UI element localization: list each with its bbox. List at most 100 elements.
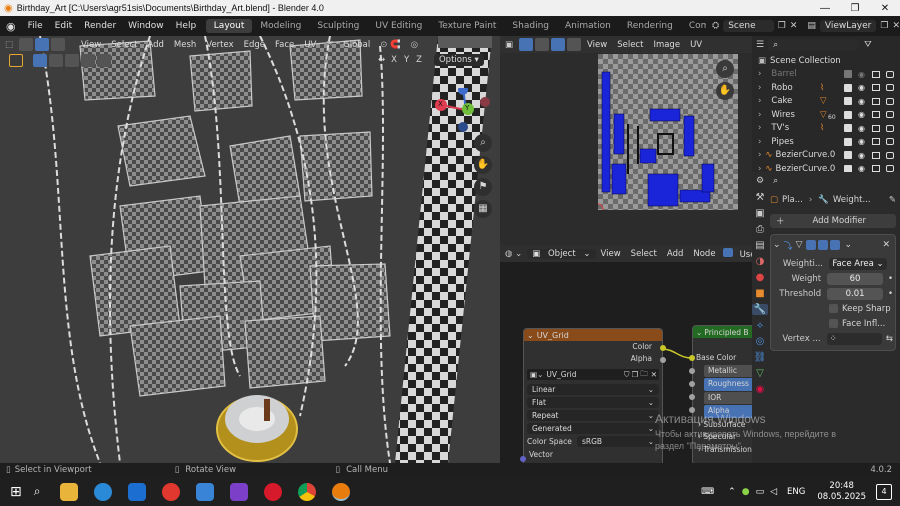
object-tab-icon[interactable]: ■ [755, 288, 764, 299]
checkbox-icon[interactable] [844, 97, 852, 106]
yandex-browser-icon[interactable] [162, 482, 181, 501]
menu-file[interactable]: File [22, 21, 49, 31]
snap-icon[interactable]: ⊙ 🧲 [375, 40, 405, 50]
checkbox-icon[interactable] [844, 110, 852, 119]
remove-scene-icon[interactable]: ✕ [790, 21, 798, 31]
file-explorer-icon[interactable] [60, 482, 79, 501]
interpolation-dropdown[interactable]: Linear ⌄ [527, 384, 659, 395]
outliner-type-icon[interactable]: ☰ [752, 40, 768, 50]
collapse-node-icon[interactable]: ⌄ [527, 331, 534, 340]
checkbox-icon[interactable] [844, 137, 852, 146]
edit-mode-icon[interactable]: ⬚ [0, 40, 18, 50]
select-mode-4-icon[interactable] [81, 54, 95, 67]
menu-mesh[interactable]: Mesh [169, 40, 201, 50]
new-scene-icon[interactable]: ❐ [778, 21, 786, 31]
notifications-icon[interactable]: 4 [876, 483, 892, 500]
modifier-tab-icon[interactable]: 🔧 [751, 304, 769, 315]
render-tab-icon[interactable]: ▣ [755, 208, 764, 219]
outliner-item[interactable]: › Robo ⌇ ◉ [752, 81, 900, 95]
opera-browser-icon[interactable] [264, 482, 283, 501]
keep-sharp-row[interactable]: Keep Sharp [773, 301, 893, 316]
image-browse-icon[interactable]: ▣⌄ [527, 370, 546, 379]
image-texture-node[interactable]: ⌄ UV_Grid Color Alpha ▣⌄ UV_Grid ⛉ ❐ 🗀 ✕… [523, 328, 663, 463]
eye-icon[interactable]: ◉ [858, 151, 865, 160]
image-node-header[interactable]: ⌄ UV_Grid [524, 329, 662, 341]
select-mode-2-icon[interactable] [49, 54, 63, 67]
roughness-field[interactable]: Roughness [704, 378, 752, 391]
close-button[interactable]: ✕ [870, 3, 900, 14]
axis-y[interactable]: Y [404, 55, 409, 65]
base-color-socket[interactable] [689, 355, 695, 361]
uv-sync-icon[interactable] [519, 38, 534, 51]
menu-vertex[interactable]: Vertex [201, 40, 238, 50]
game-app-icon[interactable] [230, 482, 249, 501]
constraints-tab-icon[interactable]: ⛓ [754, 352, 767, 363]
new-view-layer-icon[interactable]: ❐ [880, 21, 888, 31]
eye-icon[interactable]: ◉ [858, 83, 865, 92]
pan-hand-icon[interactable]: ✋ [474, 156, 492, 174]
pin-icon[interactable]: ✎ [889, 195, 896, 205]
threshold-field[interactable]: 0.01 [827, 287, 883, 300]
menu-uv[interactable]: UV [299, 40, 321, 50]
modifier-dropdown-icon[interactable]: ⌄ [844, 240, 852, 250]
tab-modeling[interactable]: Modeling [252, 19, 309, 33]
onscreen-keyboard-icon[interactable]: ⌨ [701, 487, 714, 497]
uv-select-mode-2-icon[interactable] [551, 38, 566, 51]
ior-socket[interactable] [689, 394, 695, 400]
particles-tab-icon[interactable]: ⟡ [757, 320, 764, 331]
tray-app-icon[interactable]: ● [742, 487, 750, 497]
edge-browser-icon[interactable] [94, 482, 113, 501]
camera-icon[interactable] [872, 124, 880, 132]
uv-select-mode-3-icon[interactable] [567, 38, 582, 51]
tab-rendering[interactable]: Rendering [619, 19, 681, 33]
3d-viewport[interactable]: ⬚ View Select Add Mesh Vertex Edge Face … [0, 36, 500, 463]
maximize-button[interactable]: ❐ [840, 3, 870, 14]
physics-tab-icon[interactable]: ◎ [756, 336, 765, 347]
menu-edit[interactable]: Edit [49, 21, 78, 31]
invert-arrows-icon[interactable]: ⇆ [886, 334, 893, 344]
clock[interactable]: 20:48 08.05.2025 [817, 481, 866, 503]
menu-render[interactable]: Render [78, 21, 122, 31]
scene-tab-icon[interactable]: ◑ [756, 256, 765, 267]
alpha-output-socket[interactable] [660, 357, 666, 363]
render-icon[interactable] [886, 138, 894, 146]
keyframe-dot-icon[interactable]: • [888, 274, 893, 284]
windows-start-icon[interactable]: ⊞ [10, 484, 22, 500]
scene-field[interactable]: Scene [723, 20, 774, 32]
remove-modifier-icon[interactable]: ✕ [882, 240, 890, 250]
roughness-socket[interactable] [689, 381, 695, 387]
eye-icon[interactable]: ◉ [858, 124, 865, 133]
camera-icon[interactable] [872, 138, 880, 146]
camera-icon[interactable] [872, 151, 880, 159]
viewport-toggle-icon[interactable] [818, 240, 829, 250]
select-mode-3-icon[interactable] [65, 54, 79, 67]
outliner-item[interactable]: › Barrel ◉ [752, 68, 900, 82]
checkbox-icon[interactable] [844, 124, 852, 133]
camera-icon[interactable] [872, 97, 880, 105]
menu-window[interactable]: Window [122, 21, 170, 31]
uv-editor-type-icon[interactable]: ▣ [500, 40, 518, 50]
tab-texture-paint[interactable]: Texture Paint [430, 19, 504, 33]
eye-icon[interactable]: ◉ [858, 97, 865, 106]
uv-menu-select[interactable]: Select [612, 40, 648, 50]
fake-user-icon[interactable]: ⛉ [623, 370, 631, 380]
open-image-icon[interactable]: 🗀 [639, 368, 649, 381]
filter-icon[interactable]: ⛛ [864, 40, 872, 50]
render-icon[interactable] [886, 111, 894, 119]
metallic-field[interactable]: Metallic [704, 364, 752, 377]
eye-icon[interactable]: ◉ [858, 70, 865, 79]
metallic-socket[interactable] [689, 368, 695, 374]
vector-input-socket[interactable] [520, 456, 526, 462]
properties-type-icon[interactable]: ⚙ [752, 176, 768, 186]
output-tab-icon[interactable]: ⎙ [756, 224, 764, 235]
view-layer-field[interactable]: ViewLayer [819, 20, 877, 32]
network-icon[interactable]: ▭ [756, 487, 765, 497]
camera-icon[interactable] [872, 111, 880, 119]
weight-field[interactable]: 60 [827, 272, 883, 285]
store-icon[interactable] [196, 482, 215, 501]
select-mode-5-icon[interactable] [97, 54, 111, 67]
search-icon[interactable]: ⌕ [34, 484, 41, 499]
face-influence-checkbox[interactable] [829, 319, 838, 328]
tab-animation[interactable]: Animation [557, 19, 619, 33]
axis-z[interactable]: Z [416, 55, 422, 65]
